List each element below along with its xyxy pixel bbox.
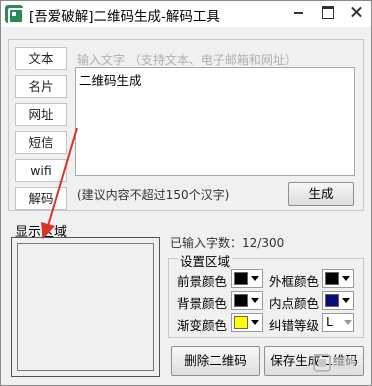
- maximize-icon[interactable]: [314, 2, 341, 22]
- delete-qr-button[interactable]: 删除二维码: [171, 346, 260, 376]
- background-color-swatch: [234, 294, 248, 307]
- inner-dot-color-label: 内点颜色: [269, 296, 320, 311]
- chevron-down-icon: [344, 320, 352, 325]
- watermark-logo: [313, 354, 355, 372]
- foreground-color-label: 前景颜色: [177, 274, 228, 289]
- mode-sms-button[interactable]: 短信: [15, 131, 67, 154]
- mode-url-button[interactable]: 网址: [15, 103, 67, 126]
- foreground-color-picker[interactable]: [231, 269, 263, 288]
- mode-card-button[interactable]: 名片: [15, 75, 67, 98]
- app-icon: [5, 5, 24, 24]
- error-level-value: L: [326, 315, 334, 329]
- char-count: 已输入字数：12/300: [170, 236, 285, 250]
- chevron-down-icon: [342, 298, 350, 303]
- generate-button[interactable]: 生成: [288, 182, 354, 206]
- error-level-select[interactable]: L: [322, 313, 354, 332]
- chevron-down-icon: [251, 276, 259, 281]
- border-color-swatch: [325, 272, 339, 285]
- mode-wifi-button[interactable]: wifi: [15, 159, 67, 182]
- mode-decode-button[interactable]: 解码: [15, 187, 67, 210]
- close-icon[interactable]: [343, 2, 370, 22]
- content-textarea[interactable]: 二维码生成: [75, 67, 355, 176]
- mode-text-button[interactable]: 文本: [15, 47, 67, 70]
- chevron-down-icon: [251, 298, 259, 303]
- app-window: [吾爱破解]二维码生成-解码工具 文本 名片 网址 短信 wifi 解码 输入文…: [0, 0, 372, 386]
- title-bar[interactable]: [吾爱破解]二维码生成-解码工具: [1, 1, 371, 27]
- qr-display-area: [11, 237, 160, 377]
- inner-dot-color-picker[interactable]: [322, 291, 354, 310]
- chevron-down-icon: [342, 276, 350, 281]
- window-title: [吾爱破解]二维码生成-解码工具: [29, 9, 220, 25]
- settings-title: 设置区域: [178, 251, 233, 270]
- border-color-picker[interactable]: [322, 269, 354, 288]
- input-hint: 输入文字 （支持文本、电子邮箱和网址）: [77, 53, 297, 67]
- error-level-label: 纠错等级: [269, 318, 320, 333]
- minimize-icon[interactable]: [285, 2, 312, 22]
- background-color-label: 背景颜色: [177, 296, 228, 311]
- border-color-label: 外框颜色: [269, 274, 320, 289]
- qr-display-inner: [17, 243, 154, 371]
- length-note: (建议内容不超过150个汉字): [77, 188, 230, 202]
- gradient-color-label: 渐变颜色: [177, 318, 228, 333]
- gradient-color-picker[interactable]: [231, 313, 263, 332]
- inner-dot-color-swatch: [325, 294, 339, 307]
- background-color-picker[interactable]: [231, 291, 263, 310]
- chevron-down-icon: [251, 320, 259, 325]
- gradient-color-swatch: [234, 316, 248, 329]
- foreground-color-swatch: [234, 272, 248, 285]
